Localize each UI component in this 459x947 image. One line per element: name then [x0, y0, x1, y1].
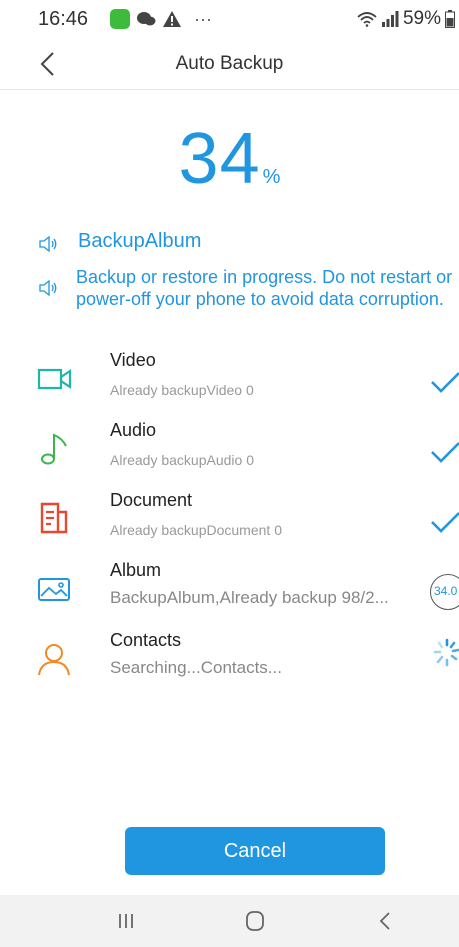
- item-title: Contacts: [110, 630, 182, 650]
- speaker-icon: [39, 235, 57, 253]
- backup-item-video[interactable]: Video Already backupVideo 0: [0, 342, 459, 412]
- backup-item-audio[interactable]: Audio Already backupAudio 0: [0, 412, 459, 482]
- item-subtitle: Already backupDocument 0: [110, 522, 282, 538]
- wechat-notification-icon: [110, 9, 130, 29]
- progress-unit: %: [262, 166, 281, 188]
- status-time: 16:46: [38, 8, 89, 30]
- item-subtitle: Already backupVideo 0: [110, 382, 254, 398]
- backup-item-document[interactable]: Document Already backupDocument 0: [0, 482, 459, 552]
- chat-notification-icon: [137, 12, 156, 26]
- battery-icon: [445, 10, 455, 28]
- picture-icon: [38, 578, 70, 601]
- backup-item-album[interactable]: Album BackupAlbum,Already backup 98/2...…: [0, 552, 459, 622]
- checkmark-icon: [431, 372, 459, 393]
- system-nav-bar: [0, 895, 459, 947]
- page-title: Auto Backup: [175, 53, 284, 74]
- wifi-icon: [357, 12, 377, 27]
- notice-text: Backup or restore in progress. Do not re…: [76, 267, 453, 309]
- loading-spinner-icon: [433, 638, 459, 667]
- item-subtitle: BackupAlbum,Already backup 98/2...: [110, 588, 389, 607]
- status-bar: 16:46 ··· 59%: [0, 0, 459, 38]
- progress-value: 34: [178, 119, 261, 199]
- warning-icon: [163, 11, 181, 27]
- system-indicators: 59%: [357, 8, 455, 30]
- progress-ring-label: 34.0: [434, 584, 458, 598]
- notice-text: BackupAlbum: [78, 230, 202, 252]
- contact-person-icon: [38, 644, 70, 676]
- backup-item-contacts[interactable]: Contacts Searching...Contacts...: [0, 622, 459, 692]
- signal-icon: [381, 11, 399, 27]
- back-nav-icon[interactable]: [372, 909, 400, 933]
- music-note-icon: [41, 433, 67, 465]
- item-title: Audio: [110, 420, 157, 440]
- item-title: Album: [110, 560, 162, 580]
- video-icon: [37, 368, 72, 390]
- item-title: Document: [110, 490, 193, 510]
- warning-notice: Backup or restore in progress. Do not re…: [38, 266, 456, 310]
- notification-icons: ···: [110, 9, 212, 29]
- battery-percent: 59%: [402, 8, 441, 29]
- header: Auto Backup: [0, 38, 459, 90]
- current-task-notice: BackupAlbum: [38, 230, 201, 254]
- cancel-button[interactable]: Cancel: [125, 827, 385, 875]
- item-title: Video: [110, 350, 156, 370]
- recent-apps-icon[interactable]: [112, 909, 140, 933]
- progress-ring-icon: 34.0: [430, 574, 459, 610]
- speaker-icon: [39, 279, 57, 297]
- more-notifications-dots: ···: [194, 9, 212, 29]
- checkmark-icon: [431, 442, 459, 463]
- item-subtitle: Already backupAudio 0: [110, 452, 254, 468]
- item-subtitle: Searching...Contacts...: [110, 658, 282, 677]
- home-icon[interactable]: [242, 909, 270, 933]
- backup-progress-percent: 34%: [0, 118, 459, 200]
- checkmark-icon: [431, 512, 459, 533]
- document-icon: [40, 502, 68, 534]
